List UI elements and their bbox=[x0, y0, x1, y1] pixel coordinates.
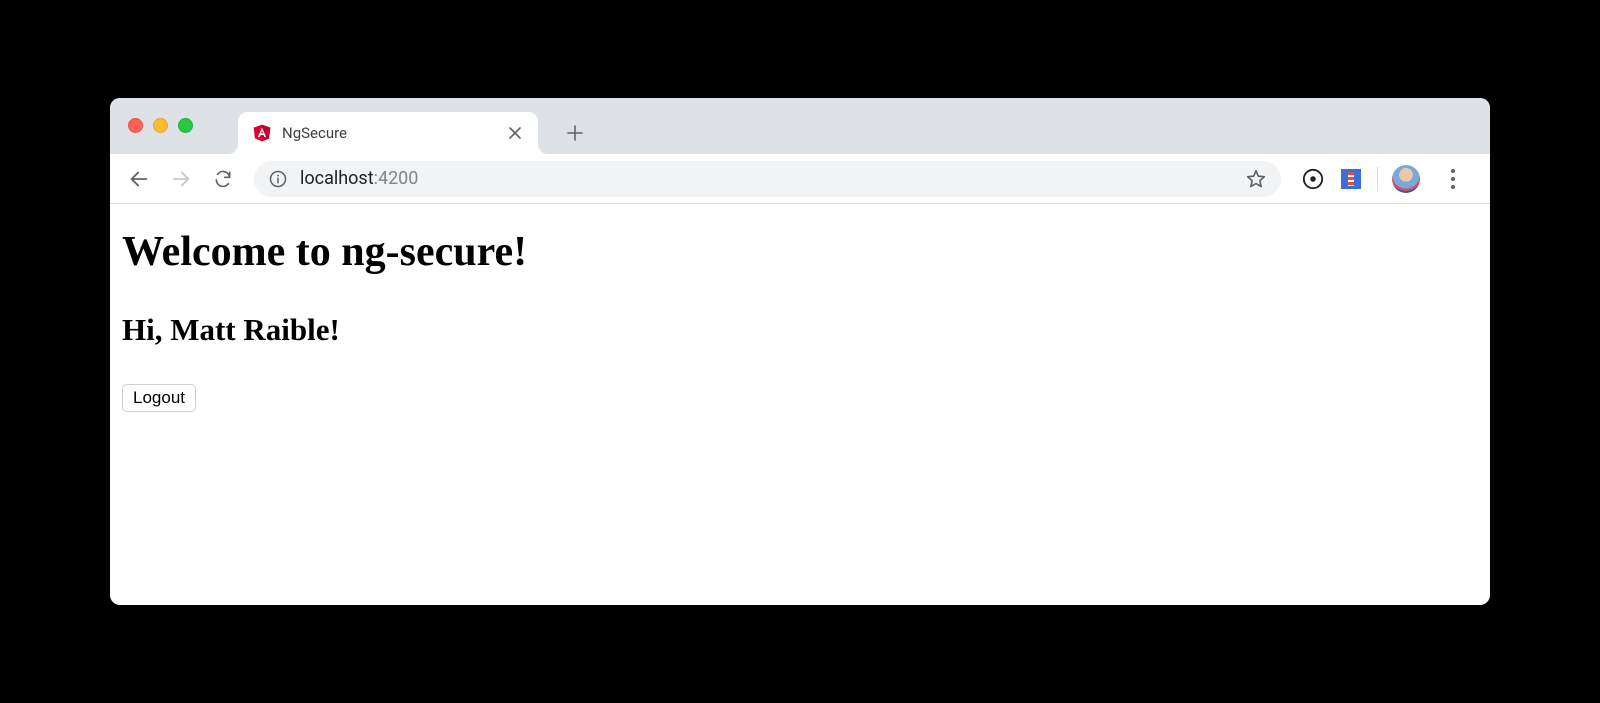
new-tab-button[interactable] bbox=[558, 116, 592, 150]
address-bar[interactable]: localhost:4200 bbox=[254, 161, 1281, 197]
page-content: Welcome to ng-secure! Hi, Matt Raible! L… bbox=[110, 204, 1490, 605]
profile-avatar[interactable] bbox=[1392, 165, 1420, 193]
angular-icon bbox=[252, 123, 272, 143]
tab-close-icon[interactable] bbox=[506, 124, 524, 142]
url-text[interactable]: localhost:4200 bbox=[300, 168, 1233, 189]
nav-back-button[interactable] bbox=[120, 160, 158, 198]
browser-window: NgSecure localhost:4200 bbox=[110, 98, 1490, 605]
tab-title: NgSecure bbox=[282, 124, 496, 142]
nav-forward-button[interactable] bbox=[162, 160, 200, 198]
window-close-button[interactable] bbox=[128, 118, 143, 133]
password-manager-icon[interactable] bbox=[1301, 167, 1325, 191]
lighthouse-extension-icon[interactable] bbox=[1339, 167, 1363, 191]
toolbar-divider bbox=[1377, 167, 1378, 191]
page-title: Welcome to ng-secure! bbox=[122, 228, 1478, 276]
extensions-area bbox=[1293, 160, 1480, 198]
logout-button[interactable]: Logout bbox=[122, 384, 196, 412]
url-port: :4200 bbox=[374, 168, 419, 189]
site-info-icon[interactable] bbox=[268, 169, 288, 189]
window-minimize-button[interactable] bbox=[153, 118, 168, 133]
browser-menu-button[interactable] bbox=[1434, 160, 1472, 198]
tab-strip: NgSecure bbox=[238, 98, 592, 154]
browser-tab[interactable]: NgSecure bbox=[238, 112, 538, 154]
nav-reload-button[interactable] bbox=[204, 160, 242, 198]
user-greeting: Hi, Matt Raible! bbox=[122, 312, 1478, 348]
url-host: localhost bbox=[300, 168, 374, 189]
traffic-lights bbox=[128, 118, 193, 133]
toolbar: localhost:4200 bbox=[110, 154, 1490, 204]
titlebar: NgSecure bbox=[110, 98, 1490, 154]
bookmark-star-icon[interactable] bbox=[1245, 168, 1267, 190]
window-maximize-button[interactable] bbox=[178, 118, 193, 133]
